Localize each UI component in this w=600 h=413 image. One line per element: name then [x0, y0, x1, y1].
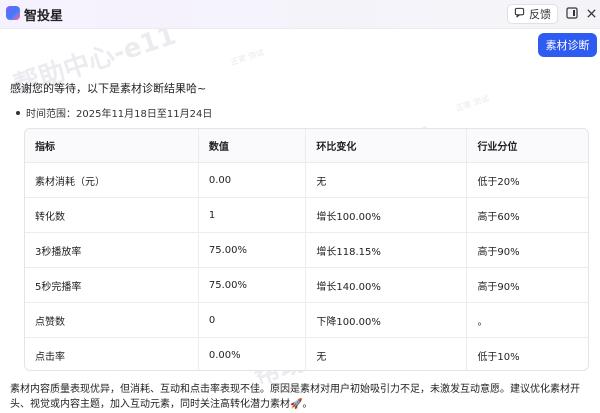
feedback-label: 反馈 — [529, 8, 551, 21]
table-cell: 下降100.00% — [305, 302, 468, 338]
table-header: 环比变化 — [305, 129, 468, 163]
expand-button[interactable] — [564, 5, 580, 21]
table-cell: 高于90% — [466, 267, 588, 303]
table-row: 素材消耗（元） 0.00 无 低于20% — [25, 162, 588, 198]
table-cell: 高于60% — [466, 197, 588, 233]
table-header: 指标 — [25, 129, 199, 163]
table-row: 3秒播放率 75.00% 增长118.15% 高于90% — [25, 232, 588, 268]
table-cell: 无 — [305, 337, 468, 370]
table-cell: 75.00% — [198, 267, 307, 303]
table-row: 点击率 0.00% 无 低于10% — [25, 337, 588, 370]
table-cell: 3秒播放率 — [25, 232, 199, 268]
table-cell: 增长140.00% — [305, 267, 468, 303]
table-cell: 点赞数 — [25, 302, 199, 338]
table-cell: 点击率 — [25, 337, 199, 370]
table-cell: 5秒完播率 — [25, 267, 199, 303]
feedback-icon — [514, 7, 525, 21]
table-cell: 0.00% — [198, 337, 307, 370]
table-header: 数值 — [198, 129, 307, 163]
table-row: 转化数 1 增长100.00% 高于60% — [25, 197, 588, 233]
table-cell: 75.00% — [198, 232, 307, 268]
table-header: 行业分位 — [466, 129, 588, 163]
time-range: 时间范围：2025年11月18日至11月24日 — [16, 105, 212, 120]
material-diagnosis-button[interactable]: 素材诊断 — [538, 33, 597, 57]
table-cell: 0.00 — [198, 162, 307, 198]
bullet-icon — [16, 110, 20, 115]
diagnosis-table: 指标 数值 环比变化 行业分位 素材消耗（元） 0.00 无 低于20% 转化数… — [24, 128, 589, 371]
table-cell: 转化数 — [25, 197, 199, 233]
time-range-text: 时间范围：2025年11月18日至11月24日 — [26, 109, 213, 120]
title-bar: 智投星 反馈 — [0, 0, 600, 29]
close-icon — [586, 4, 597, 23]
table-cell: 增长100.00% — [305, 197, 468, 233]
table-cell: 无 — [305, 162, 468, 198]
watermark-small: 正常 测试 — [454, 93, 491, 114]
feedback-button[interactable]: 反馈 — [507, 4, 558, 24]
watermark-small: 正常 测试 — [229, 47, 266, 68]
table-cell: 高于90% — [466, 232, 588, 268]
table-cell: 。 — [466, 302, 588, 338]
close-button[interactable] — [583, 5, 599, 21]
table-cell: 1 — [198, 197, 307, 233]
summary-text: 素材内容质量表现优异，但消耗、互动和点击率表现不佳。原因是素材对用户初始吸引力不… — [10, 384, 580, 410]
table-header-row: 指标 数值 环比变化 行业分位 — [25, 129, 588, 163]
table-row: 5秒完播率 75.00% 增长140.00% 高于90% — [25, 267, 588, 303]
expand-icon — [566, 4, 578, 23]
table-cell: 0 — [198, 302, 307, 338]
app-title: 智投星 — [24, 9, 64, 24]
table-cell: 低于20% — [466, 162, 588, 198]
table-cell: 素材消耗（元） — [25, 162, 199, 198]
table-cell: 增长118.15% — [305, 232, 468, 268]
intro-text: 感谢您的等待，以下是素材诊断结果哈~ — [10, 82, 207, 95]
app-logo-icon — [6, 6, 20, 20]
table-row: 点赞数 0 下降100.00% 。 — [25, 302, 588, 338]
table-cell: 低于10% — [477, 351, 520, 363]
